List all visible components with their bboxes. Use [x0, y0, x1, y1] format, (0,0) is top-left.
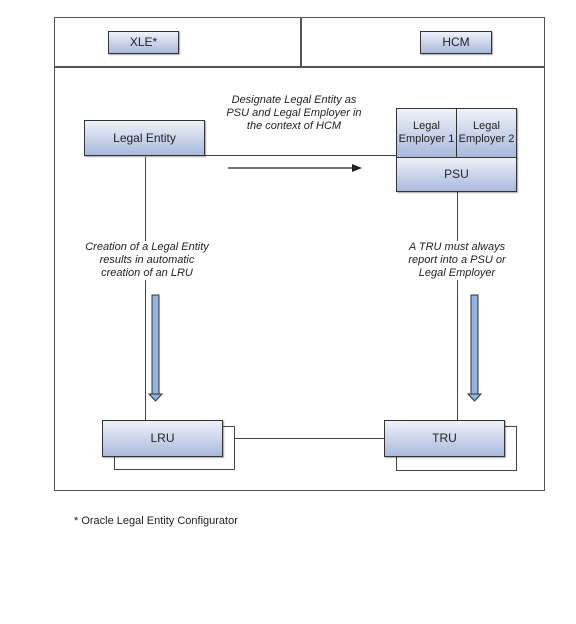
- down-arrow-left: [147, 294, 164, 402]
- lru-node: LRU: [102, 420, 223, 457]
- psu-node: PSU: [396, 157, 517, 192]
- legal-entity-node: Legal Entity: [84, 120, 205, 156]
- lru-text: LRU: [150, 431, 175, 446]
- psu-text: PSU: [444, 167, 469, 182]
- footnote: * Oracle Legal Entity Configurator: [74, 515, 238, 527]
- legal-employer-1-text: Legal Employer 1: [398, 119, 455, 145]
- tru-text: TRU: [432, 431, 457, 446]
- creation-note: Creation of a Legal Entity results in au…: [82, 241, 212, 280]
- legal-employer-1-node: Legal Employer 1: [396, 108, 457, 158]
- legal-employer-2-text: Legal Employer 2: [458, 119, 515, 145]
- right-arrow: [228, 164, 362, 172]
- legal-employer-2-node: Legal Employer 2: [456, 108, 517, 158]
- designate-note: Designate Legal Entity as PSU and Legal …: [222, 94, 366, 133]
- tru-node: TRU: [384, 420, 505, 457]
- legal-entity-text: Legal Entity: [113, 130, 176, 145]
- tru-rule-note: A TRU must always report into a PSU or L…: [395, 241, 519, 280]
- down-arrow-right: [466, 294, 483, 402]
